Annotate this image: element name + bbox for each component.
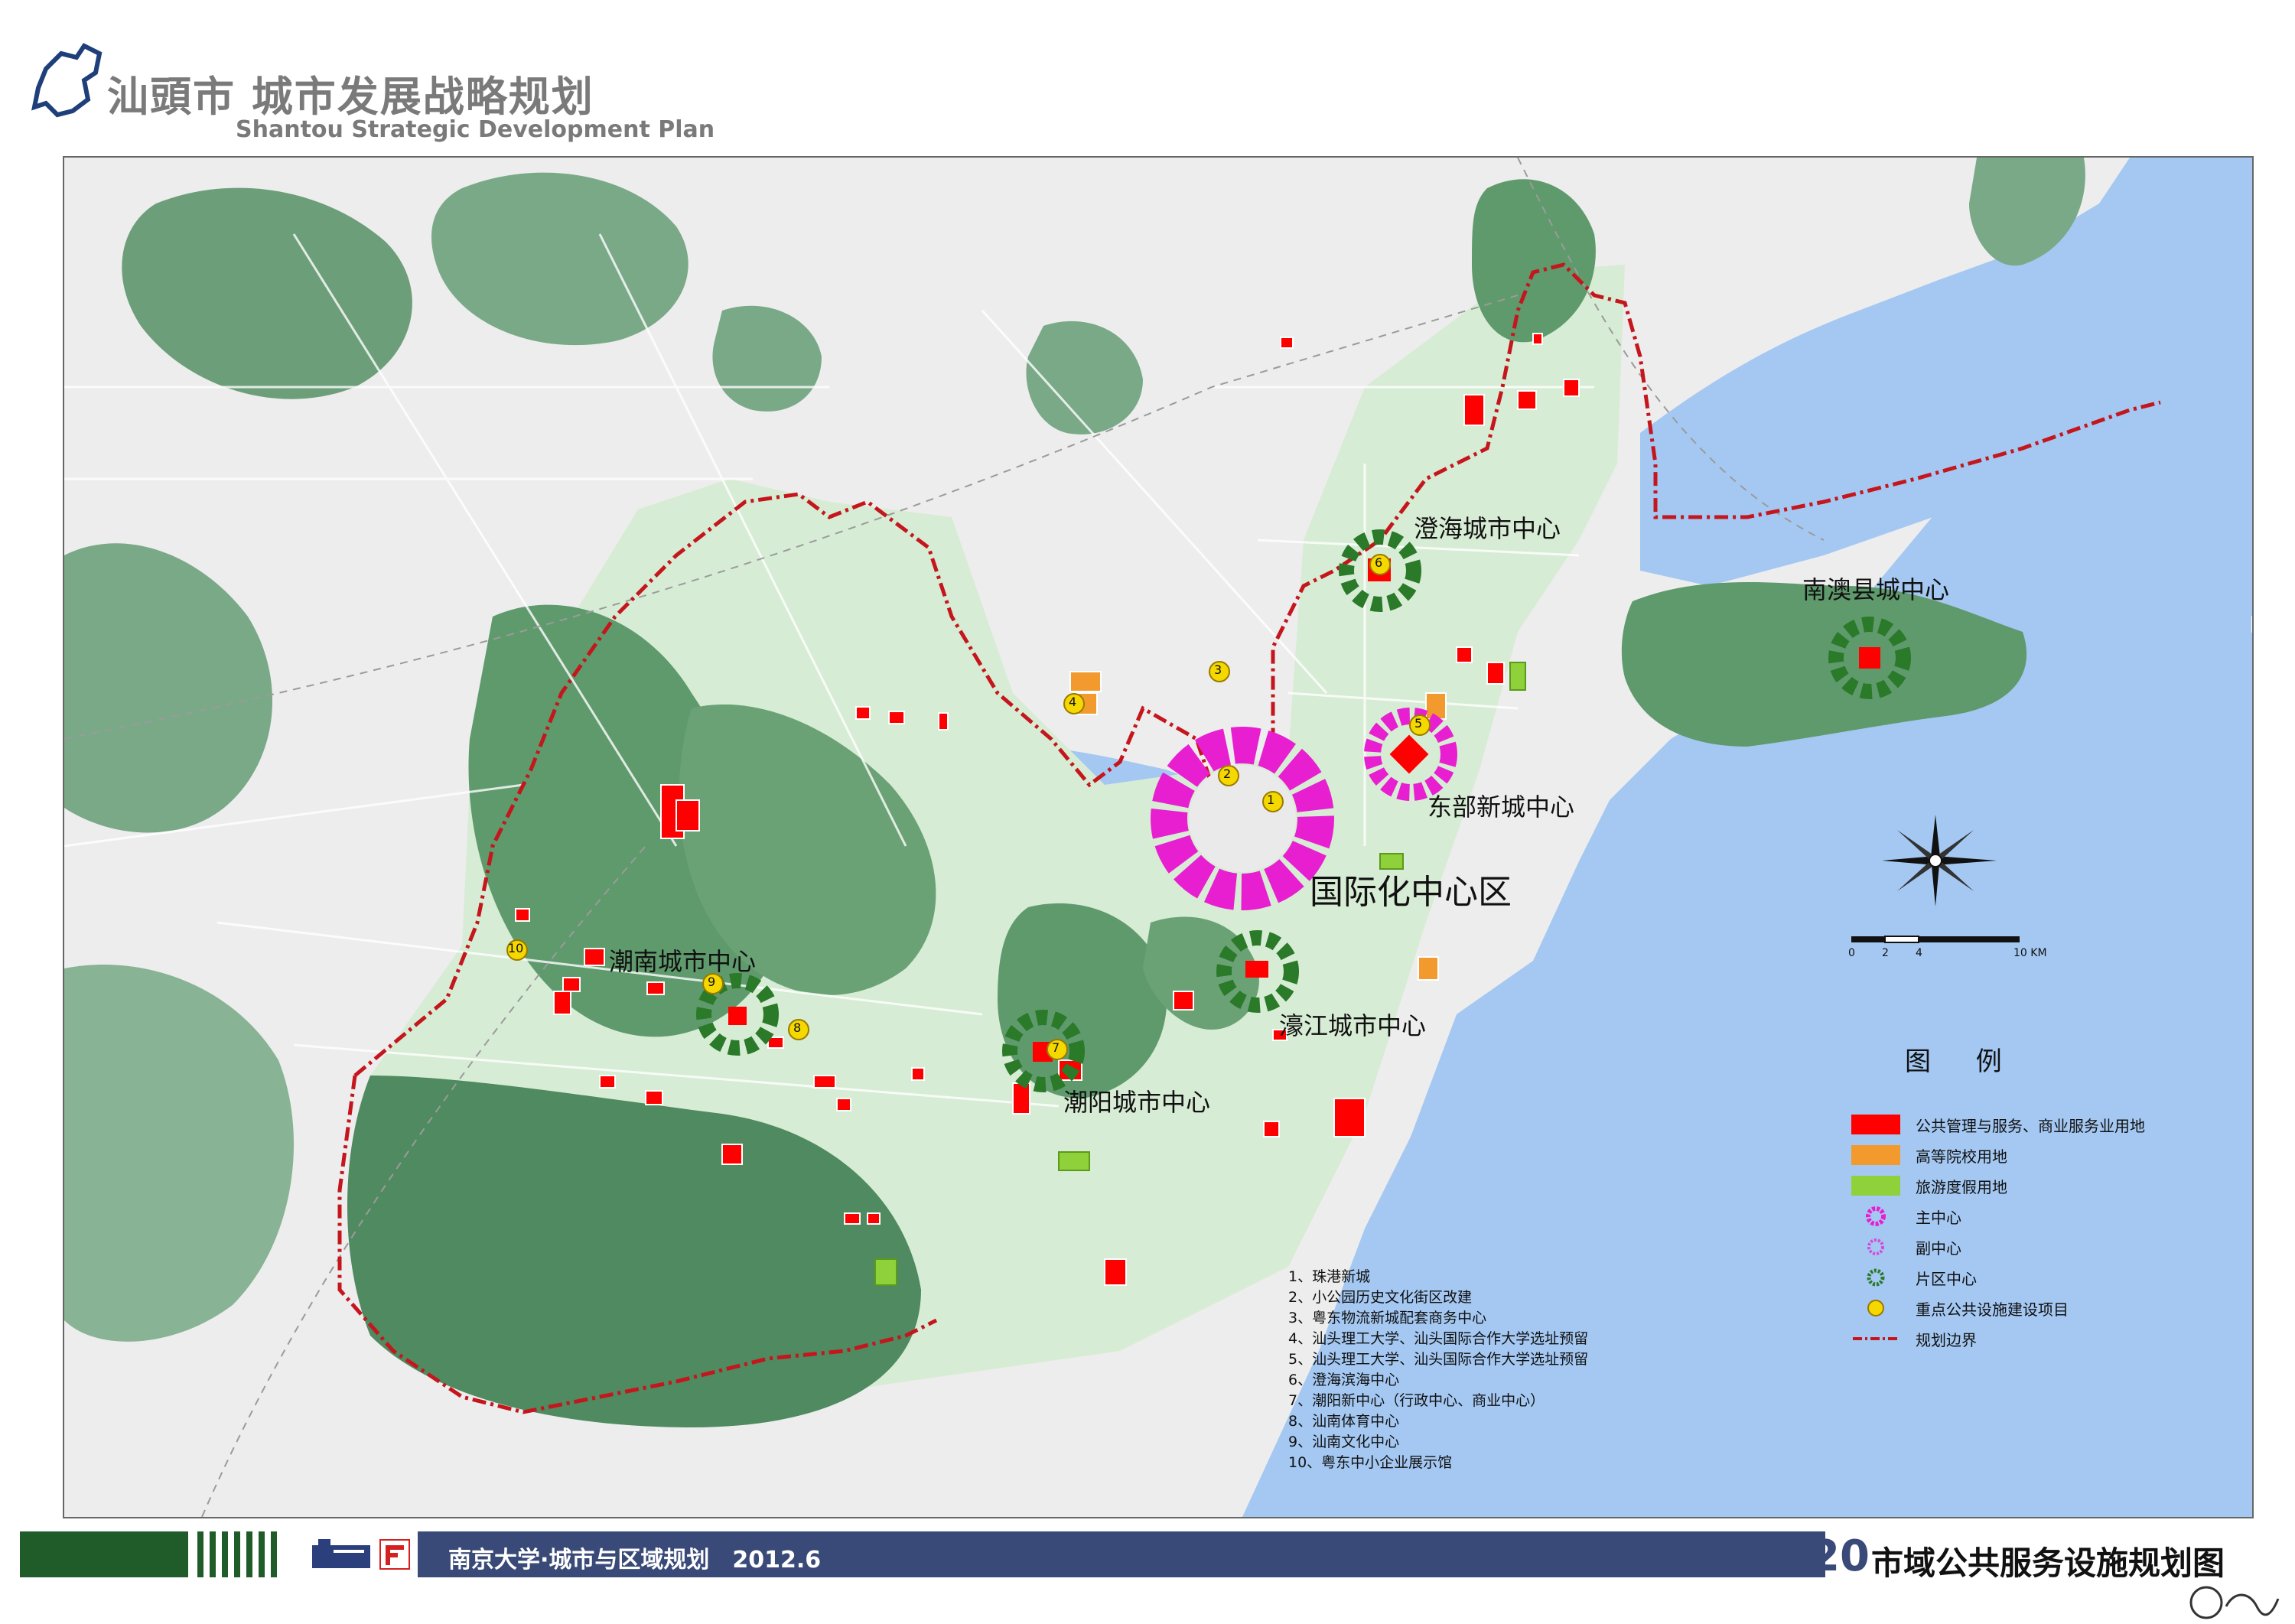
legend-swatch-red (1851, 1115, 1900, 1134)
label-dongbu: 东部新城中心 (1427, 792, 1575, 822)
project-item: 8、汕南体育中心 (1288, 1413, 1400, 1430)
marker-10: 10 (508, 941, 524, 955)
boundary-line-icon (1851, 1329, 1900, 1349)
header: 汕頭市 城市发展战略规划 Shantou Strategic Developme… (31, 15, 719, 145)
marker-5: 5 (1414, 716, 1423, 731)
marker-3: 3 (1214, 662, 1222, 677)
legend-item: 片区中心 (1851, 1265, 1977, 1290)
watermark-stamp-icon (2189, 1586, 2280, 1619)
marker-4: 4 (1069, 695, 1077, 709)
district-center-icon (1851, 1268, 1900, 1287)
compass-rose-icon (1882, 815, 1997, 906)
label-haojiang: 濠江城市中心 (1279, 1011, 1427, 1040)
sheet-number: 20 (1810, 1531, 1870, 1581)
legend-item: 副中心 (1851, 1235, 1961, 1259)
footer-stripe (246, 1531, 252, 1577)
institute-logo-icon (379, 1539, 410, 1570)
marker-8: 8 (793, 1020, 802, 1035)
sheet-title: 市域公共服务设施规划图 (1871, 1544, 2225, 1582)
footer-stripe (271, 1531, 277, 1577)
scale-tick-4: 4 (1916, 947, 1922, 959)
footer-stripe (222, 1531, 228, 1577)
project-item: 10、粤东中小企业展示馆 (1288, 1454, 1453, 1471)
footer-green-block (20, 1531, 188, 1577)
legend-title: 图 例 (1905, 1046, 2020, 1077)
label-chaoyang: 潮阳城市中心 (1063, 1088, 1211, 1117)
legend-item: 重点公共设施建设项目 (1851, 1296, 2069, 1320)
project-marker-icon (1851, 1298, 1900, 1318)
legend-label: 高等院校用地 (1916, 1147, 2007, 1166)
shantou-outline-icon (31, 43, 103, 118)
project-item: 2、小公园历史文化街区改建 (1288, 1289, 1473, 1306)
scale-tick-2: 2 (1882, 947, 1889, 959)
legend-item: 规划边界 (1851, 1326, 1977, 1351)
page-title: 汕頭市 城市发展战略规划 (107, 72, 594, 121)
footer-stripe (197, 1531, 203, 1577)
legend-item: 高等院校用地 (1851, 1143, 2007, 1167)
scale-tick-0: 0 (1848, 947, 1855, 959)
legend-item: 公共管理与服务、商业服务业用地 (1851, 1112, 2145, 1137)
footer-stripe (234, 1531, 240, 1577)
main-center-icon (1851, 1206, 1900, 1226)
marker-1: 1 (1267, 792, 1275, 807)
legend-label: 片区中心 (1916, 1269, 1977, 1288)
scale-bar: 0 2 4 10 KM (1848, 933, 2096, 959)
marker-7: 7 (1052, 1040, 1060, 1055)
university-logo-icon (312, 1539, 370, 1568)
scale-tick-10: 10 KM (2013, 947, 2047, 959)
legend-label: 主中心 (1916, 1208, 1961, 1227)
legend-label: 公共管理与服务、商业服务业用地 (1916, 1116, 2145, 1135)
footer-stripe (259, 1531, 265, 1577)
legend-label: 重点公共设施建设项目 (1916, 1300, 2069, 1319)
footer-org: 南京大学·城市与区域规划 2012.6 (448, 1547, 822, 1574)
legend-label: 副中心 (1916, 1238, 1961, 1258)
legend-item: 旅游度假用地 (1851, 1173, 2007, 1198)
legend-label: 旅游度假用地 (1916, 1177, 2007, 1196)
marker-2: 2 (1223, 766, 1232, 781)
project-item: 5、汕头理工大学、汕头国际合作大学选址预留 (1288, 1351, 1589, 1368)
footer-stripe (210, 1531, 216, 1577)
footer: 南京大学·城市与区域规划 2012.6 20 市域公共服务设施规划图 (20, 1531, 2269, 1582)
marker-6: 6 (1375, 555, 1383, 570)
legend-swatch-green (1851, 1176, 1900, 1196)
legend-swatch-orange (1851, 1145, 1900, 1165)
label-chenghai: 澄海城市中心 (1414, 514, 1561, 543)
project-item: 1、珠港新城 (1288, 1268, 1371, 1285)
sub-center-icon (1851, 1237, 1900, 1257)
legend-item: 主中心 (1851, 1204, 1961, 1229)
project-item: 4、汕头理工大学、汕头国际合作大学选址预留 (1288, 1330, 1589, 1347)
label-nanao: 南澳县城中心 (1802, 575, 1950, 604)
project-item: 7、潮阳新中心（行政中心、商业中心） (1288, 1392, 1545, 1409)
legend-label: 规划边界 (1916, 1330, 1977, 1349)
projects-list: 1、珠港新城 2、小公园历史文化街区改建 3、粤东物流新城配套商务中心 4、汕头… (1288, 1267, 1588, 1473)
label-intl-center: 国际化中心区 (1310, 873, 1512, 912)
project-item: 6、澄海滨海中心 (1288, 1372, 1400, 1388)
project-item: 9、汕南文化中心 (1288, 1434, 1400, 1450)
project-item: 3、粤东物流新城配套商务中心 (1288, 1310, 1487, 1326)
page-subtitle: Shantou Strategic Development Plan (236, 116, 715, 143)
label-chaonan: 潮南城市中心 (609, 947, 757, 976)
